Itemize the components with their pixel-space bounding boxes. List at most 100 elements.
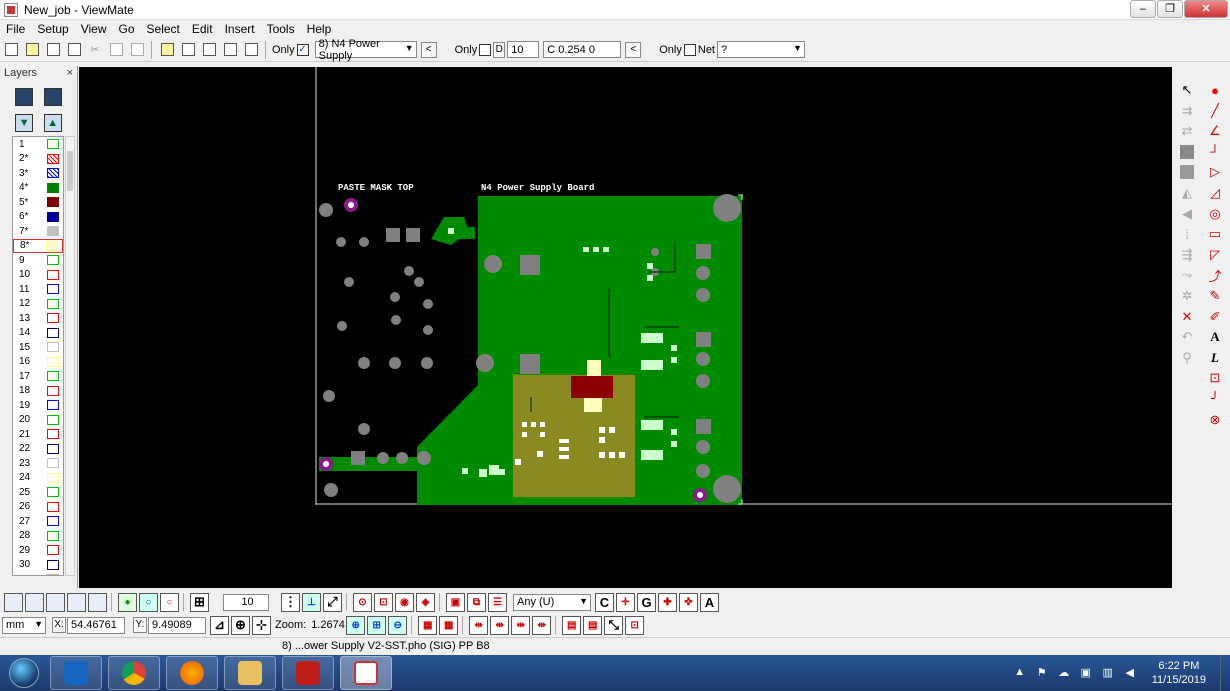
c-tool-icon[interactable]: C [595,592,614,612]
y-coordinate-field[interactable]: 9.49089 [148,616,206,634]
menu-go[interactable]: Go [113,22,141,36]
menu-tools[interactable]: Tools [261,22,301,36]
layer-list-scrollbar[interactable] [65,136,75,576]
slope-icon[interactable]: ◀ [1178,205,1196,223]
layer-color-swatch[interactable] [47,342,59,353]
taskbar-explorer[interactable] [224,656,276,690]
units-select[interactable]: mm ▼ [2,616,46,634]
taskbar-chrome[interactable] [108,656,160,690]
select-list-icon[interactable]: ☰ [488,592,507,612]
corner-line-icon[interactable]: ┘ [1206,143,1224,161]
new-file-icon[interactable] [1,40,21,60]
menu-edit[interactable]: Edit [186,22,219,36]
plus-tool-icon[interactable]: ✜ [679,592,698,612]
layer-color-swatch[interactable] [47,574,59,575]
layer-row[interactable]: 26 [13,500,63,515]
layer-view-4-icon[interactable] [67,592,86,612]
snap-point-icon[interactable]: ◉ [395,592,414,612]
layer-color-swatch[interactable] [47,284,59,295]
grid-dots-icon[interactable]: ⋮ [281,592,300,612]
fill-square-icon[interactable] [1178,143,1196,161]
layer-color-swatch[interactable] [47,313,59,324]
layer-color-swatch[interactable] [47,211,59,222]
monitor-icon[interactable]: ▣ [1078,666,1094,680]
paste-icon[interactable] [127,40,147,60]
layer-color-swatch[interactable] [47,356,59,367]
menu-view[interactable]: View [75,22,113,36]
show-hidden-icons-icon[interactable]: ▲ [1012,666,1028,680]
snap-icon[interactable]: ⚲ [1178,349,1196,367]
layer-view-icon[interactable] [4,592,23,612]
angle-line-icon[interactable]: ∠ [1206,122,1224,140]
layer-color-swatch[interactable] [47,385,59,396]
layer-color-swatch[interactable] [47,182,59,193]
layer-color-swatch[interactable] [47,371,59,382]
pan-1-icon[interactable]: ⇹ [469,615,489,635]
close-icon[interactable]: × [67,67,73,81]
layer-color-swatch[interactable] [47,197,59,208]
open-folder-icon[interactable] [22,40,42,60]
layer-color-swatch[interactable] [47,327,59,338]
move-right-icon[interactable]: ⇉ [1178,102,1196,120]
rectangle-icon[interactable]: ▭ [1206,225,1224,243]
layer-prev-button[interactable]: < [420,41,437,58]
cut-icon[interactable]: ✂ [85,40,105,60]
text-l-icon[interactable]: L [1206,349,1224,367]
layer-color-swatch[interactable] [47,153,59,164]
close-button[interactable]: ✕ [1184,0,1228,18]
copy-icon[interactable] [106,40,126,60]
layer-row[interactable]: 19 [13,398,63,413]
taskbar-acrobat[interactable] [282,656,334,690]
layer-select[interactable]: 8) N4 Power Supply ▼ [314,38,417,62]
bulb-green-icon[interactable]: ● [118,592,137,612]
pen-2-icon[interactable]: ✐ [1206,308,1224,326]
taskbar-firefox[interactable] [166,656,218,690]
dimension-icon[interactable]: ⊡ [1206,369,1224,387]
triangle-2-icon[interactable]: ◿ [1206,184,1224,202]
maximize-button[interactable]: ❐ [1157,0,1183,18]
minimize-button[interactable]: – [1130,0,1156,18]
grid-value-field[interactable]: 10 [223,593,269,611]
only-checkbox-1[interactable]: ✓ [296,43,309,56]
query-tool-icon[interactable] [178,40,198,60]
layer-color-swatch[interactable] [47,487,59,498]
taskbar-outlook[interactable] [50,656,102,690]
pointer-icon[interactable]: ↖ [1178,81,1196,99]
layer-row[interactable]: 27 [13,514,63,529]
polygon-icon[interactable]: ◸ [1206,246,1224,264]
d-button[interactable]: D [493,41,506,58]
layer-stack-1-icon[interactable]: ▤ [562,615,582,635]
layer-color-swatch[interactable] [47,298,59,309]
layer-color-swatch[interactable] [47,226,59,237]
layer-view-5-icon[interactable] [88,592,107,612]
layer-color-swatch[interactable] [47,400,59,411]
fill-square-2-icon[interactable] [1178,163,1196,181]
pan-4-icon[interactable]: ⇹ [532,615,552,635]
layer-row[interactable]: 4* [13,181,63,196]
layer-color-swatch[interactable] [47,545,59,556]
delete-icon[interactable]: ⊗ [1206,411,1224,429]
ortho-icon[interactable]: ⤢ [323,592,342,612]
layer-color-swatch[interactable] [47,414,59,425]
pcb-tool-icon[interactable] [241,40,261,60]
start-button[interactable] [4,656,44,690]
join-icon[interactable]: ⤳ [1178,266,1196,284]
layer-row[interactable]: 16 [13,355,63,370]
layer-row[interactable]: 2* [13,152,63,167]
layer-row[interactable]: 10 [13,268,63,283]
layer-row[interactable]: 15 [13,340,63,355]
select-box-icon[interactable]: ▣ [446,592,465,612]
clock[interactable]: 6:22 PM 11/15/2019 [1152,659,1206,687]
snap-vertex-icon[interactable]: ◈ [416,592,435,612]
zoom-out-icon[interactable]: ⊖ [388,615,408,635]
arrow-down-icon[interactable]: ▼ [15,114,34,132]
redraw-icon[interactable]: ⊡ [625,615,645,635]
layer-row[interactable]: 14 [13,326,63,341]
layer-row[interactable]: 30 [13,558,63,573]
grid-icon[interactable]: ⊞ [190,592,209,612]
d-value-field[interactable]: 10 [507,41,540,58]
gear-icon[interactable]: ✲ [1178,287,1196,305]
layers-collapse-icon[interactable] [43,88,62,106]
menu-setup[interactable]: Setup [31,22,74,36]
flag-icon[interactable]: ⚑ [1034,666,1050,680]
